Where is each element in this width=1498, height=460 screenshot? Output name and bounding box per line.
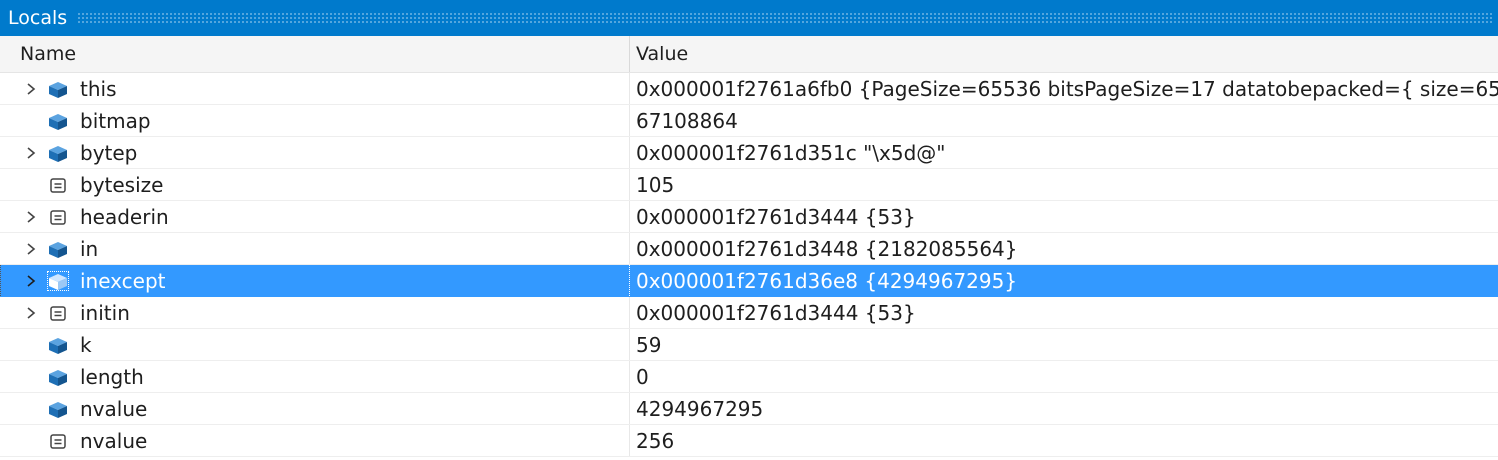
variable-row[interactable]: initin 0x000001f2761d3444 {53} bbox=[0, 297, 1498, 329]
variable-name: bitmap bbox=[80, 109, 151, 133]
variable-rows: this 0x000001f2761a6fb0 {PageSize=65536 b… bbox=[0, 73, 1498, 457]
variable-row[interactable]: bytesize 105 bbox=[0, 169, 1498, 201]
variable-row[interactable]: inexcept 0x000001f2761d36e8 {4294967295} bbox=[0, 265, 1498, 297]
object-icon bbox=[48, 112, 68, 130]
variable-value[interactable]: 256 bbox=[630, 425, 1498, 456]
object-icon bbox=[48, 400, 68, 418]
variable-row[interactable]: this 0x000001f2761a6fb0 {PageSize=65536 b… bbox=[0, 73, 1498, 105]
focus-indicator bbox=[0, 265, 2, 296]
variable-row[interactable]: length 0 bbox=[0, 361, 1498, 393]
field-icon bbox=[48, 208, 68, 226]
variable-row[interactable]: headerin 0x000001f2761d3444 {53} bbox=[0, 201, 1498, 233]
name-cell[interactable]: length bbox=[0, 361, 630, 392]
variable-value[interactable]: 0x000001f2761d3444 {53} bbox=[630, 201, 1498, 232]
variable-value[interactable]: 0x000001f2761d3444 {53} bbox=[630, 297, 1498, 328]
column-header-name[interactable]: Name bbox=[0, 36, 630, 72]
column-header-value[interactable]: Value bbox=[630, 36, 688, 72]
field-icon bbox=[48, 432, 68, 450]
variable-name: inexcept bbox=[80, 269, 166, 293]
variable-value[interactable]: 0x000001f2761a6fb0 {PageSize=65536 bitsP… bbox=[630, 73, 1498, 104]
variable-name: this bbox=[80, 77, 117, 101]
name-cell[interactable]: nvalue bbox=[0, 393, 630, 424]
variable-row[interactable]: nvalue 4294967295 bbox=[0, 393, 1498, 425]
variable-name: k bbox=[80, 333, 92, 357]
titlebar-drag-grip[interactable] bbox=[77, 12, 1494, 24]
variable-value[interactable]: 0 bbox=[630, 361, 1498, 392]
variable-name: in bbox=[80, 237, 99, 261]
variable-row[interactable]: k 59 bbox=[0, 329, 1498, 361]
name-cell[interactable]: nvalue bbox=[0, 425, 630, 456]
variable-value[interactable]: 0x000001f2761d351c "\x5d@" bbox=[630, 137, 1498, 168]
variable-name: bytep bbox=[80, 141, 138, 165]
name-cell[interactable]: bytep bbox=[0, 137, 630, 168]
variable-value[interactable]: 4294967295 bbox=[630, 393, 1498, 424]
variable-value[interactable]: 59 bbox=[630, 329, 1498, 360]
object-icon bbox=[48, 336, 68, 354]
object-icon bbox=[47, 271, 69, 291]
variable-name: nvalue bbox=[80, 397, 148, 421]
variable-row[interactable]: bytep 0x000001f2761d351c "\x5d@" bbox=[0, 137, 1498, 169]
variable-name: initin bbox=[80, 301, 130, 325]
variable-name: length bbox=[80, 365, 144, 389]
expand-chevron-icon[interactable] bbox=[24, 146, 38, 160]
expand-chevron-icon[interactable] bbox=[24, 306, 38, 320]
expand-chevron-icon[interactable] bbox=[24, 274, 38, 288]
field-icon bbox=[48, 304, 68, 322]
locals-grid: Name Value this 0x000001f2761a6fb0 {PageS… bbox=[0, 36, 1498, 457]
object-icon bbox=[48, 368, 68, 386]
variable-row[interactable]: in 0x000001f2761d3448 {2182085564} bbox=[0, 233, 1498, 265]
name-cell[interactable]: in bbox=[0, 233, 630, 264]
variable-row[interactable]: nvalue 256 bbox=[0, 425, 1498, 457]
object-icon bbox=[48, 240, 68, 258]
name-cell[interactable]: inexcept bbox=[0, 265, 630, 296]
variable-value[interactable]: 105 bbox=[630, 169, 1498, 200]
variable-value[interactable]: 0x000001f2761d36e8 {4294967295} bbox=[630, 265, 1498, 296]
name-cell[interactable]: bitmap bbox=[0, 105, 630, 136]
name-cell[interactable]: k bbox=[0, 329, 630, 360]
grid-header: Name Value bbox=[0, 36, 1498, 73]
expand-chevron-icon[interactable] bbox=[24, 82, 38, 96]
name-cell[interactable]: initin bbox=[0, 297, 630, 328]
locals-window-titlebar[interactable]: Locals bbox=[0, 0, 1498, 36]
variable-value[interactable]: 0x000001f2761d3448 {2182085564} bbox=[630, 233, 1498, 264]
window-title: Locals bbox=[8, 7, 68, 29]
field-icon bbox=[48, 176, 68, 194]
name-cell[interactable]: this bbox=[0, 73, 630, 104]
object-icon bbox=[48, 80, 68, 98]
object-icon bbox=[48, 144, 68, 162]
variable-name: nvalue bbox=[80, 429, 148, 453]
expand-chevron-icon[interactable] bbox=[24, 242, 38, 256]
variable-row[interactable]: bitmap 67108864 bbox=[0, 105, 1498, 137]
name-cell[interactable]: bytesize bbox=[0, 169, 630, 200]
variable-value[interactable]: 67108864 bbox=[630, 105, 1498, 136]
name-cell[interactable]: headerin bbox=[0, 201, 630, 232]
expand-chevron-icon[interactable] bbox=[24, 210, 38, 224]
variable-name: bytesize bbox=[80, 173, 164, 197]
variable-name: headerin bbox=[80, 205, 169, 229]
